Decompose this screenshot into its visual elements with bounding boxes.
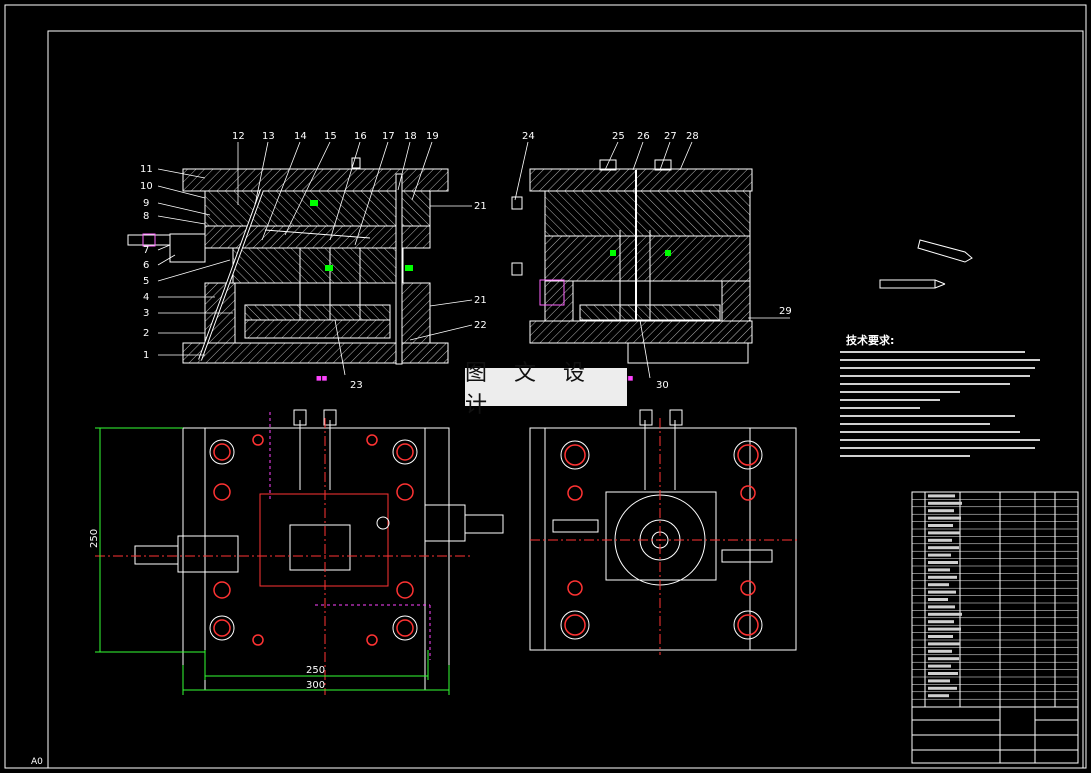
parts-list-entry bbox=[928, 605, 955, 609]
callout-label: 2 bbox=[143, 328, 149, 339]
parts-list-entry bbox=[928, 531, 960, 535]
parts-list-entry bbox=[928, 620, 954, 624]
parts-list-rows bbox=[912, 494, 1078, 700]
callout-label: 7 bbox=[143, 245, 149, 256]
parts-list-entry bbox=[928, 694, 949, 698]
callout-label: 25 bbox=[612, 131, 625, 142]
section-marker-left: ■■ bbox=[316, 375, 328, 382]
callout-label: 24 bbox=[522, 131, 535, 142]
parts-list-entry bbox=[928, 524, 953, 527]
technical-requirements-title: 技术要求: bbox=[846, 334, 895, 347]
callout-label: 3 bbox=[143, 308, 149, 319]
callout-label: 10 bbox=[140, 181, 153, 192]
dimension-width-300: 300 bbox=[306, 680, 325, 691]
parts-list-entry bbox=[928, 501, 962, 505]
callout-label: 6 bbox=[143, 260, 149, 271]
parts-list-entry bbox=[928, 679, 950, 683]
part-isometric-view bbox=[879, 239, 973, 289]
callout-label: 12 bbox=[232, 131, 245, 142]
parts-list-entry bbox=[928, 538, 952, 542]
parts-list-entry bbox=[928, 657, 959, 661]
callout-label: 1 bbox=[143, 350, 149, 361]
callout-label: 21 bbox=[474, 201, 487, 212]
callout-label: 9 bbox=[143, 198, 149, 209]
parts-list-entry bbox=[928, 598, 948, 601]
parts-list-entry bbox=[928, 590, 956, 594]
parts-list-entry bbox=[928, 575, 957, 579]
callout-label: 30 bbox=[656, 380, 669, 391]
plan-view-right bbox=[529, 409, 800, 655]
callout-label: 21 bbox=[474, 295, 487, 306]
callout-label: 28 bbox=[686, 131, 699, 142]
parts-list-table bbox=[911, 491, 1079, 764]
parts-list-entry bbox=[928, 509, 954, 513]
parts-list-entry bbox=[928, 516, 961, 520]
parts-list-entry bbox=[928, 635, 953, 638]
callout-label: 4 bbox=[143, 292, 149, 303]
callout-label: 15 bbox=[324, 131, 337, 142]
parts-list-entry bbox=[928, 627, 961, 631]
callout-label: 14 bbox=[294, 131, 307, 142]
callout-label: 27 bbox=[664, 131, 677, 142]
parts-list-entry bbox=[928, 546, 959, 550]
parts-list-entry bbox=[928, 553, 951, 557]
parts-list-entry bbox=[928, 686, 957, 690]
callout-label: 16 bbox=[354, 131, 367, 142]
callout-label: 29 bbox=[779, 306, 792, 317]
section-view-right bbox=[511, 159, 753, 364]
dimension-height-250: 250 bbox=[89, 529, 100, 548]
dimension-lines bbox=[95, 427, 450, 695]
callout-label: 5 bbox=[143, 276, 149, 287]
callout-label: 19 bbox=[426, 131, 439, 142]
dimension-width-250: 250 bbox=[306, 665, 325, 676]
parts-list-entry bbox=[928, 649, 952, 653]
sheet-size-mark: A0 bbox=[31, 757, 43, 767]
parts-list-entry bbox=[928, 583, 949, 587]
parts-list-entry bbox=[928, 642, 960, 646]
parts-list-entry bbox=[928, 664, 951, 668]
parts-list-entry bbox=[928, 561, 958, 564]
parts-list-entry bbox=[928, 494, 955, 498]
callout-label: 18 bbox=[404, 131, 417, 142]
technical-requirements-notes bbox=[840, 351, 1040, 457]
callout-label: 23 bbox=[350, 380, 363, 391]
callout-label: 8 bbox=[143, 211, 149, 222]
parts-list-entry bbox=[928, 612, 962, 616]
parts-list-entry bbox=[928, 672, 958, 675]
parts-list-entry bbox=[928, 568, 950, 572]
callout-label: 11 bbox=[140, 164, 153, 175]
callout-label: 26 bbox=[637, 131, 650, 142]
callout-label: 13 bbox=[262, 131, 275, 142]
callout-label: 22 bbox=[474, 320, 487, 331]
watermark-banner: 图 文 设 计 bbox=[465, 361, 627, 418]
callout-label: 17 bbox=[382, 131, 395, 142]
